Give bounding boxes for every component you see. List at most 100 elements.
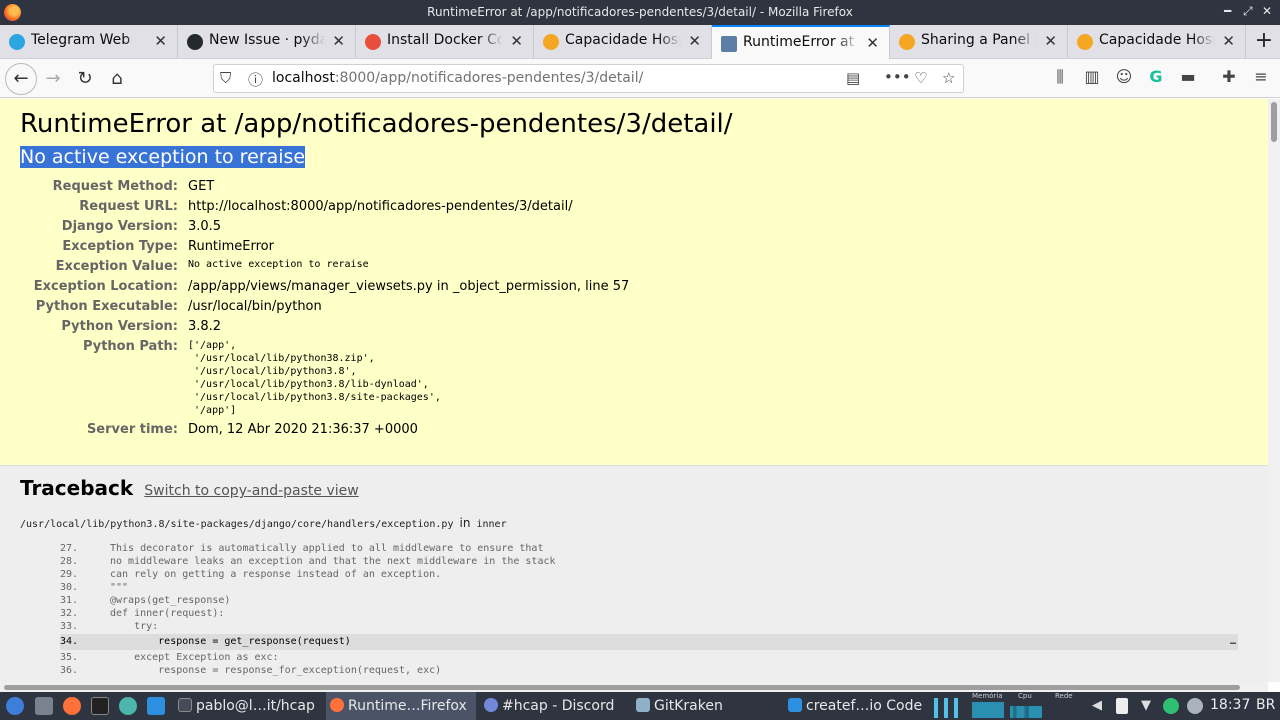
update-manager-icon[interactable] (1163, 698, 1179, 714)
meta-row: Server time: Dom, 12 Abr 2020 21:36:37 +0… (20, 420, 629, 440)
gitkraken-icon (636, 698, 650, 712)
tab-docker[interactable]: Install Docker Compose ✕ (356, 25, 534, 59)
tab-close-icon[interactable]: ✕ (332, 32, 345, 50)
tab-grafana-sharing[interactable]: Sharing a Panel | Grafana ✕ (890, 25, 1068, 59)
hamburger-menu-icon[interactable]: ≡ (1250, 67, 1272, 86)
task-terminal[interactable]: pablo@l…it/hcap (174, 692, 324, 720)
error-heading: RuntimeError at /app/notificadores-pende… (20, 109, 733, 139)
gitkraken-launcher-icon[interactable] (119, 697, 137, 715)
url-text[interactable]: localhost:8000/app/notificadores-pendent… (272, 70, 643, 86)
meta-label: Server time: (86, 422, 178, 437)
task-vscode[interactable]: createf…io Code (784, 692, 926, 720)
tab-strip: Telegram Web ✕ New Issue · pydantic ✕ In… (0, 25, 1280, 59)
code-line[interactable]: 33. try: (60, 620, 1238, 633)
task-label: #hcap - Discord (502, 698, 615, 714)
expand-context-icon[interactable]: … (1230, 634, 1236, 650)
home-button[interactable]: ⌂ (104, 66, 130, 92)
url-path: :8000/app/notificadores-pendentes/3/deta… (334, 70, 644, 86)
code-line[interactable]: 27. This decorator is automatically appli… (60, 542, 1238, 555)
wifi-icon[interactable]: ▼ (1141, 698, 1151, 713)
meta-label: Request URL: (79, 199, 178, 214)
tab-telegram[interactable]: Telegram Web ✕ (0, 25, 178, 59)
task-firefox[interactable]: Runtime…Firefox (326, 692, 476, 720)
meta-value: 3.8.2 (188, 319, 222, 334)
new-tab-button[interactable]: + (1248, 25, 1280, 59)
horizontal-scrollbar[interactable] (0, 682, 1268, 692)
tab-close-icon[interactable]: ✕ (510, 32, 523, 50)
line-number: 33. (60, 621, 79, 632)
current-code-line[interactable]: 34. response = get_response(request)… (60, 634, 1238, 650)
tab-close-icon[interactable]: ✕ (866, 34, 879, 52)
grammarly-icon[interactable]: G (1145, 67, 1167, 86)
back-button[interactable]: ← (5, 63, 37, 95)
line-number: 35. (60, 652, 79, 663)
code-line[interactable]: 30. """ (60, 581, 1238, 594)
url-bar[interactable]: ⛉ ⓘ localhost:8000/app/notificadores-pen… (213, 64, 964, 93)
page-actions-icon[interactable]: ••• (884, 68, 911, 86)
vscode-launcher-icon[interactable] (147, 697, 165, 715)
firefox-launcher-icon[interactable] (63, 697, 81, 715)
frame-in-word: in (459, 516, 471, 530)
tab-github[interactable]: New Issue · pydantic ✕ (178, 25, 356, 59)
start-menu-icon[interactable] (6, 697, 24, 715)
close-window-button[interactable]: ✕ (1262, 4, 1272, 18)
show-desktop-icon[interactable] (35, 697, 53, 715)
code-line[interactable]: 35. except Exception as exc: (60, 651, 1238, 664)
traceback-title: Traceback (20, 476, 134, 500)
docker-docs-icon (365, 34, 381, 50)
tab-capacidade-1[interactable]: Capacidade Hospitalar ✕ (534, 25, 712, 59)
site-info-icon[interactable]: ⓘ (248, 69, 263, 90)
extensions-puzzle-icon[interactable]: ✚ (1218, 67, 1240, 86)
line-code: except Exception as exc: (110, 652, 279, 663)
task-gitkraken[interactable]: GitKraken (632, 692, 782, 720)
tab-close-icon[interactable]: ✕ (1044, 32, 1057, 50)
reload-button[interactable]: ↻ (72, 66, 98, 92)
reader-view-icon[interactable]: ▤ (846, 69, 860, 87)
terminal-launcher-icon[interactable] (91, 697, 109, 715)
account-icon[interactable]: ☺ (1113, 67, 1135, 86)
tab-capacidade-2[interactable]: Capacidade Hospitalar ✕ (1068, 25, 1246, 59)
minimize-button[interactable]: ━ (1224, 4, 1231, 18)
volume-icon[interactable]: ◀ (1092, 698, 1102, 713)
tracking-shield-icon[interactable]: ⛉ (220, 69, 231, 87)
meta-row: Request URL: http://localhost:8000/app/no… (20, 197, 629, 217)
meta-row: Exception Location: /app/app/views/manage… (20, 277, 630, 297)
line-number: 36. (60, 665, 79, 676)
line-code: def inner(request): (110, 608, 225, 619)
switch-copy-paste-link[interactable]: Switch to copy-and-paste view (144, 483, 358, 499)
tab-close-icon[interactable]: ✕ (688, 32, 701, 50)
code-line[interactable]: 32. def inner(request): (60, 607, 1238, 620)
bookmark-star-icon[interactable]: ☆ (942, 69, 955, 87)
grafana-icon (1077, 34, 1093, 50)
task-discord[interactable]: #hcap - Discord (480, 692, 630, 720)
keyboard-layout[interactable]: BR (1256, 697, 1275, 713)
sidebar-icon[interactable]: ▥ (1081, 67, 1103, 86)
cpu-cores-monitor (934, 696, 964, 718)
library-icon[interactable]: ⫼ (1049, 67, 1071, 87)
code-line[interactable]: 29. can rely on getting a response instea… (60, 568, 1238, 581)
telegram-icon (9, 34, 25, 50)
code-line[interactable]: 36. response = response_for_exception(re… (60, 664, 1238, 677)
tab-close-icon[interactable]: ✕ (1222, 32, 1235, 50)
network-monitor-label: Rede (1055, 692, 1073, 700)
extension-icon[interactable]: ▬ (1177, 67, 1199, 86)
scrollbar-thumb[interactable] (1271, 102, 1277, 142)
maximize-button[interactable]: ⤢ (1243, 4, 1253, 19)
vertical-scrollbar[interactable] (1268, 99, 1280, 682)
clock[interactable]: 18:37 (1210, 697, 1250, 713)
line-number: 32. (60, 608, 79, 619)
clipboard-icon[interactable] (1116, 698, 1128, 714)
github-icon (187, 34, 203, 50)
tab-close-icon[interactable]: ✕ (154, 32, 167, 50)
settings-gear-icon[interactable] (1187, 698, 1203, 714)
vscode-icon (788, 698, 802, 712)
forward-button[interactable]: → (40, 66, 66, 92)
code-line[interactable]: 28. no middleware leaks an exception and … (60, 555, 1238, 568)
code-line[interactable]: 31. @wraps(get_response) (60, 594, 1238, 607)
tab-runtimeerror[interactable]: RuntimeError at /app/ ✕ (712, 25, 890, 59)
pocket-icon[interactable]: ♡ (914, 69, 927, 87)
scrollbar-thumb[interactable] (4, 685, 1240, 690)
line-code: response = get_response(request) (110, 636, 351, 647)
source-context[interactable]: 27. This decorator is automatically appli… (60, 542, 1238, 677)
meta-label: Python Version: (61, 319, 178, 334)
